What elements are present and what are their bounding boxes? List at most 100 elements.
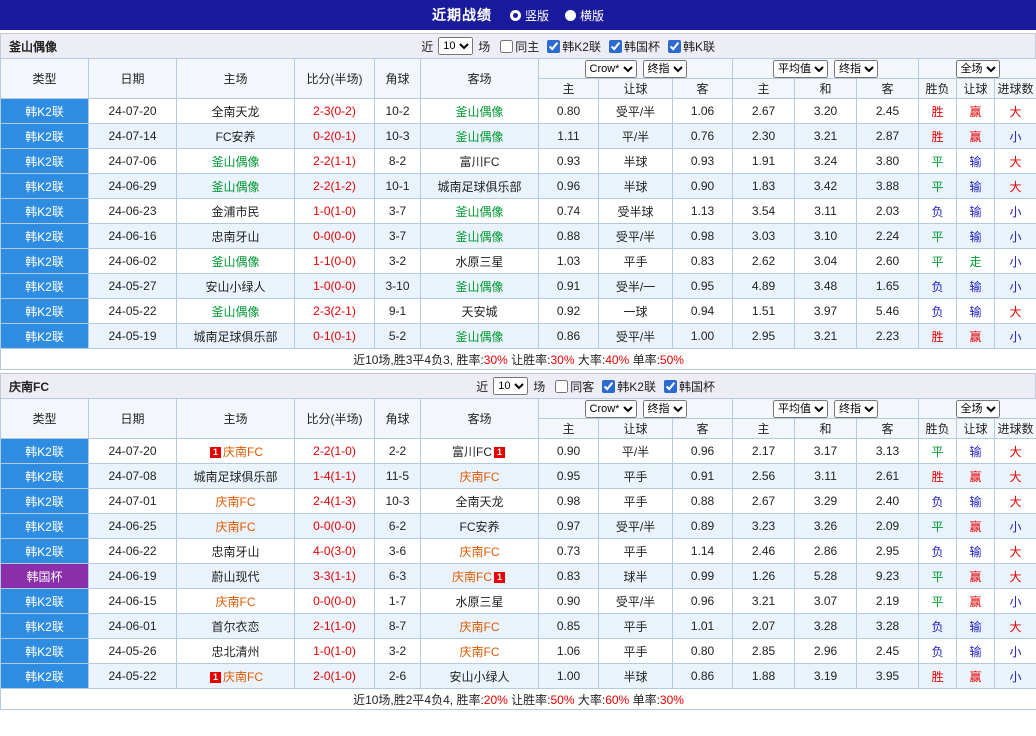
filter-bar: 近 10 场 同客 韩K2联 韩国杯 bbox=[474, 377, 715, 395]
score-cell: 1-4(1-1) bbox=[294, 463, 375, 489]
summary-text: 单率: bbox=[629, 352, 660, 367]
league-cell: 韩K2联 bbox=[0, 513, 89, 539]
filter-checkbox[interactable]: 韩K2联 bbox=[547, 38, 601, 55]
home-team-cell: FC安养 bbox=[176, 123, 295, 149]
recent-count-select[interactable]: 10 bbox=[438, 37, 474, 55]
date-cell: 24-05-22 bbox=[88, 663, 177, 689]
euro-type-select[interactable]: 终指 bbox=[834, 59, 879, 78]
scope-select[interactable]: 全场 bbox=[955, 59, 1000, 78]
checkbox-input[interactable] bbox=[608, 39, 622, 53]
handicap-result-cell: 输 bbox=[956, 488, 996, 514]
asia-away-odds-cell: 1.13 bbox=[671, 198, 734, 224]
handicap-result-cell: 赢 bbox=[956, 563, 996, 589]
checkbox-input[interactable] bbox=[602, 379, 616, 393]
euro-odds-select-group: 平均值 终指 bbox=[732, 58, 920, 79]
asia-away-odds-cell: 0.80 bbox=[671, 638, 734, 664]
handicap-result-cell: 走 bbox=[956, 248, 996, 274]
euro-home-odds-cell: 2.62 bbox=[732, 248, 796, 274]
checkbox-label: 韩国杯 bbox=[623, 39, 660, 54]
date-cell: 24-07-06 bbox=[88, 148, 177, 174]
asia-source-select[interactable]: Crow* bbox=[584, 59, 637, 78]
summary-text: 近10场,胜3平4负3, 胜率: bbox=[353, 352, 484, 367]
checkbox-input[interactable] bbox=[663, 379, 677, 393]
filter-checkbox[interactable]: 同客 bbox=[555, 378, 594, 395]
home-team-cell: 城南足球俱乐部 bbox=[176, 463, 295, 489]
score-cell: 4-0(3-0) bbox=[294, 538, 375, 564]
layout-option-label: 横版 bbox=[580, 8, 605, 23]
league-cell: 韩K2联 bbox=[0, 173, 89, 199]
date-cell: 24-05-26 bbox=[88, 638, 177, 664]
handicap-result-cell: 赢 bbox=[956, 513, 996, 539]
league-cell: 韩K2联 bbox=[0, 123, 89, 149]
result-cell: 平 bbox=[918, 248, 958, 274]
filter-checkbox[interactable]: 韩国杯 bbox=[608, 38, 660, 55]
euro-away-odds-cell: 2.45 bbox=[856, 98, 920, 124]
summary-text: 让胜率: bbox=[507, 692, 551, 707]
asia-away-odds-cell: 0.88 bbox=[671, 488, 734, 514]
date-cell: 24-06-16 bbox=[88, 223, 177, 249]
radio-selected-icon[interactable] bbox=[509, 9, 521, 21]
asia-handicap-cell: 受平/半 bbox=[598, 513, 673, 539]
scope-select[interactable]: 全场 bbox=[955, 399, 1000, 418]
score-cell: 1-0(1-0) bbox=[294, 198, 375, 224]
corner-cell: 5-2 bbox=[374, 323, 421, 349]
scope-select-group: 全场 bbox=[918, 58, 1036, 79]
match-row: 韩K2联 24-07-20 全南天龙 2-3(0-2) 10-2 釜山偶像 0.80 受平/半… bbox=[0, 98, 1036, 124]
date-cell: 24-06-15 bbox=[88, 588, 177, 614]
result-cell: 负 bbox=[918, 488, 958, 514]
euro-source-select[interactable]: 平均值 bbox=[773, 59, 829, 78]
euro-draw-odds-cell: 3.42 bbox=[794, 173, 858, 199]
away-team-name: 庆南FC bbox=[452, 569, 492, 584]
recent-label: 近 bbox=[476, 379, 489, 394]
filter-checkbox[interactable]: 同主 bbox=[500, 38, 539, 55]
filter-checkbox[interactable]: 韩K联 bbox=[667, 38, 715, 55]
goals-result-cell: 小 bbox=[994, 513, 1036, 539]
euro-type-select[interactable]: 终指 bbox=[834, 399, 879, 418]
asia-type-select[interactable]: 终指 bbox=[642, 59, 687, 78]
home-team-cell: 忠北清州 bbox=[176, 638, 295, 664]
layout-option[interactable]: 横版 bbox=[565, 7, 604, 24]
league-cell: 韩K2联 bbox=[0, 638, 89, 664]
corner-cell: 3-7 bbox=[374, 223, 421, 249]
euro-source-select[interactable]: 平均值 bbox=[773, 399, 829, 418]
column-header: 主场 bbox=[176, 398, 295, 439]
asia-away-odds-cell: 0.93 bbox=[671, 148, 734, 174]
checkbox-input[interactable] bbox=[547, 39, 561, 53]
checkbox-input[interactable] bbox=[500, 39, 514, 53]
asia-handicap-cell: 受平/半 bbox=[598, 323, 673, 349]
euro-home-odds-cell: 4.89 bbox=[732, 273, 796, 299]
league-cell: 韩K2联 bbox=[0, 463, 89, 489]
column-subheader: 客 bbox=[856, 418, 920, 439]
checkbox-input[interactable] bbox=[667, 39, 681, 53]
summary-text: 50% bbox=[659, 352, 684, 367]
asia-type-select[interactable]: 终指 bbox=[642, 399, 687, 418]
home-team-cell: 城南足球俱乐部 bbox=[176, 323, 295, 349]
column-subheader: 客 bbox=[671, 418, 734, 439]
date-cell: 24-05-27 bbox=[88, 273, 177, 299]
home-team-name: 首尔衣恋 bbox=[211, 619, 260, 634]
euro-away-odds-cell: 3.28 bbox=[856, 613, 920, 639]
home-team-cell: 庆南FC bbox=[176, 488, 295, 514]
checkbox-input[interactable] bbox=[555, 379, 569, 393]
corner-cell: 2-2 bbox=[374, 438, 421, 464]
away-team-name: 釜山偶像 bbox=[455, 279, 504, 294]
match-row: 韩K2联 24-07-01 庆南FC 2-4(1-3) 10-3 全南天龙 0.98 平手 0.… bbox=[0, 488, 1036, 514]
date-cell: 24-05-22 bbox=[88, 298, 177, 324]
corner-cell: 8-2 bbox=[374, 148, 421, 174]
goals-result-cell: 小 bbox=[994, 663, 1036, 689]
euro-home-odds-cell: 2.07 bbox=[732, 613, 796, 639]
asia-handicap-cell: 受平/半 bbox=[598, 98, 673, 124]
handicap-result-cell: 赢 bbox=[956, 663, 996, 689]
score-cell: 2-3(0-2) bbox=[294, 98, 375, 124]
match-row: 韩K2联 24-07-08 城南足球俱乐部 1-4(1-1) 11-5 庆南FC 0.95 平… bbox=[0, 463, 1036, 489]
asia-source-select[interactable]: Crow* bbox=[584, 399, 637, 418]
filter-checkbox[interactable]: 韩国杯 bbox=[663, 378, 715, 395]
euro-draw-odds-cell: 3.29 bbox=[794, 488, 858, 514]
layout-option[interactable]: 竖版 bbox=[509, 7, 549, 24]
away-team-name: 庆南FC bbox=[459, 619, 500, 634]
radio-unselected-icon[interactable] bbox=[565, 9, 576, 21]
recent-count-select[interactable]: 10 bbox=[493, 377, 529, 395]
filter-checkbox[interactable]: 韩K2联 bbox=[602, 378, 656, 395]
team-name: 庆南FC bbox=[9, 379, 49, 394]
away-team-cell: 水原三星 bbox=[420, 248, 539, 274]
